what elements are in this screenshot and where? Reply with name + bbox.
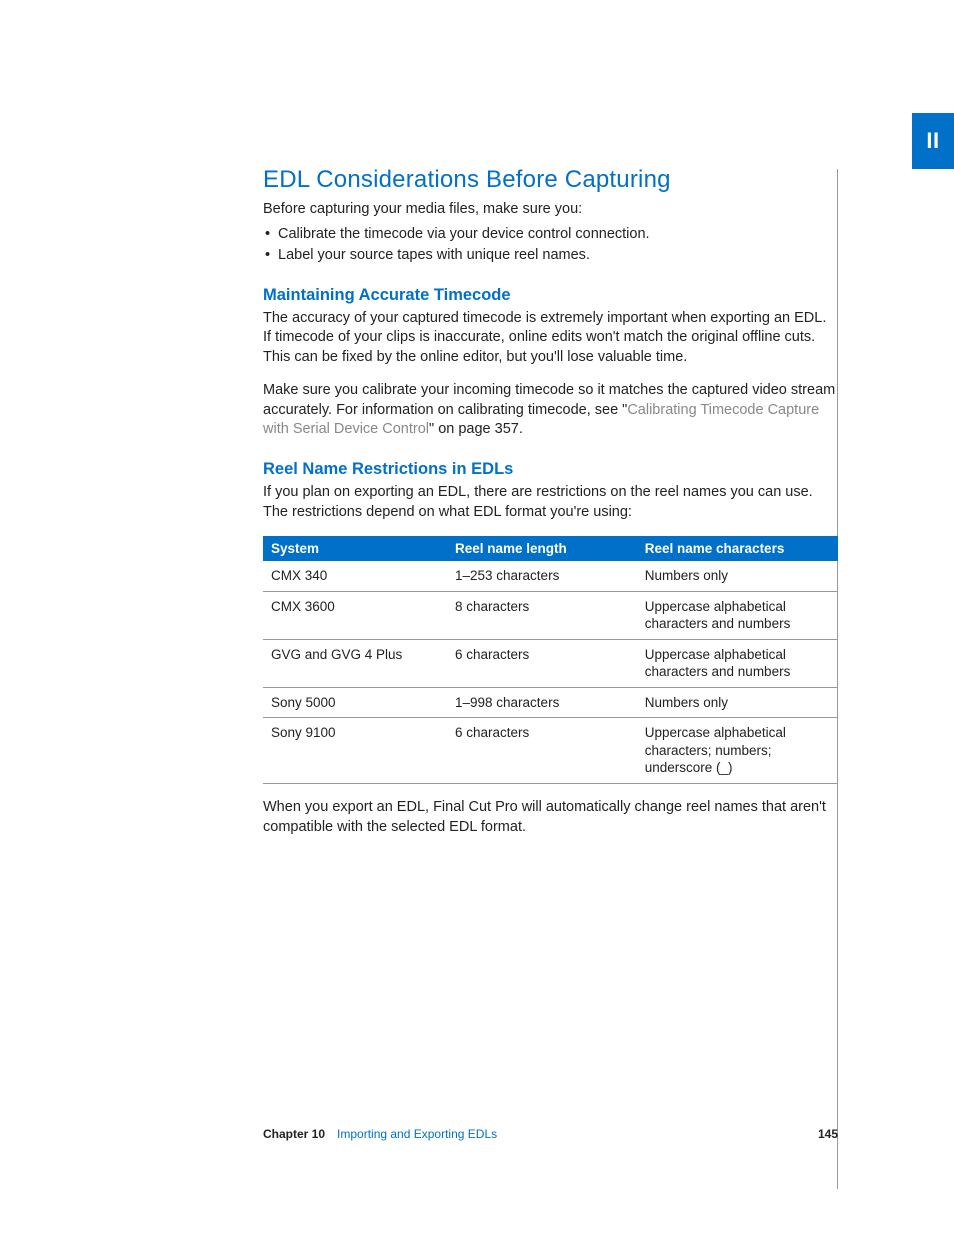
chapter-label: Chapter 10: [263, 1127, 325, 1141]
table-cell: Uppercase alphabetical characters; numbe…: [637, 718, 838, 784]
table-header: Reel name characters: [637, 536, 838, 561]
table-cell: Numbers only: [637, 687, 838, 718]
table-row: CMX 340 1–253 characters Numbers only: [263, 561, 838, 591]
table-header-row: System Reel name length Reel name charac…: [263, 536, 838, 561]
bullet-item: Calibrate the timecode via your device c…: [263, 224, 838, 245]
chapter-title: Importing and Exporting EDLs: [337, 1127, 818, 1141]
body-text: The accuracy of your captured timecode i…: [263, 309, 838, 368]
table-cell: GVG and GVG 4 Plus: [263, 639, 447, 687]
intro-text: Before capturing your media files, make …: [263, 200, 838, 220]
table-row: CMX 3600 8 characters Uppercase alphabet…: [263, 591, 838, 639]
edl-restrictions-table: System Reel name length Reel name charac…: [263, 536, 838, 784]
subhead-timecode: Maintaining Accurate Timecode: [263, 286, 838, 305]
table-cell: Sony 5000: [263, 687, 447, 718]
table-cell: 8 characters: [447, 591, 637, 639]
page-footer: Chapter 10 Importing and Exporting EDLs …: [263, 1127, 838, 1141]
table-header: Reel name length: [447, 536, 637, 561]
body-run: " on page 357.: [429, 421, 523, 437]
table-header: System: [263, 536, 447, 561]
table-cell: 6 characters: [447, 639, 637, 687]
content-area: EDL Considerations Before Capturing Befo…: [263, 166, 838, 851]
table-row: Sony 5000 1–998 characters Numbers only: [263, 687, 838, 718]
table-row: Sony 9100 6 characters Uppercase alphabe…: [263, 718, 838, 784]
table-cell: 6 characters: [447, 718, 637, 784]
body-text: Make sure you calibrate your incoming ti…: [263, 381, 838, 440]
page: II EDL Considerations Before Capturing B…: [0, 0, 954, 1235]
section-title: EDL Considerations Before Capturing: [263, 166, 838, 194]
table-row: GVG and GVG 4 Plus 6 characters Uppercas…: [263, 639, 838, 687]
table-cell: CMX 3600: [263, 591, 447, 639]
table-cell: 1–998 characters: [447, 687, 637, 718]
table-cell: Sony 9100: [263, 718, 447, 784]
bullet-item: Label your source tapes with unique reel…: [263, 245, 838, 266]
subhead-reelname: Reel Name Restrictions in EDLs: [263, 460, 838, 479]
table-cell: CMX 340: [263, 561, 447, 591]
body-text: If you plan on exporting an EDL, there a…: [263, 483, 838, 522]
intro-bullets: Calibrate the timecode via your device c…: [263, 224, 838, 266]
table-cell: Uppercase alphabetical characters and nu…: [637, 639, 838, 687]
table-cell: Uppercase alphabetical characters and nu…: [637, 591, 838, 639]
page-number: 145: [818, 1127, 838, 1141]
table-cell: 1–253 characters: [447, 561, 637, 591]
table-cell: Numbers only: [637, 561, 838, 591]
body-text: When you export an EDL, Final Cut Pro wi…: [263, 798, 838, 837]
part-tab: II: [912, 113, 954, 169]
